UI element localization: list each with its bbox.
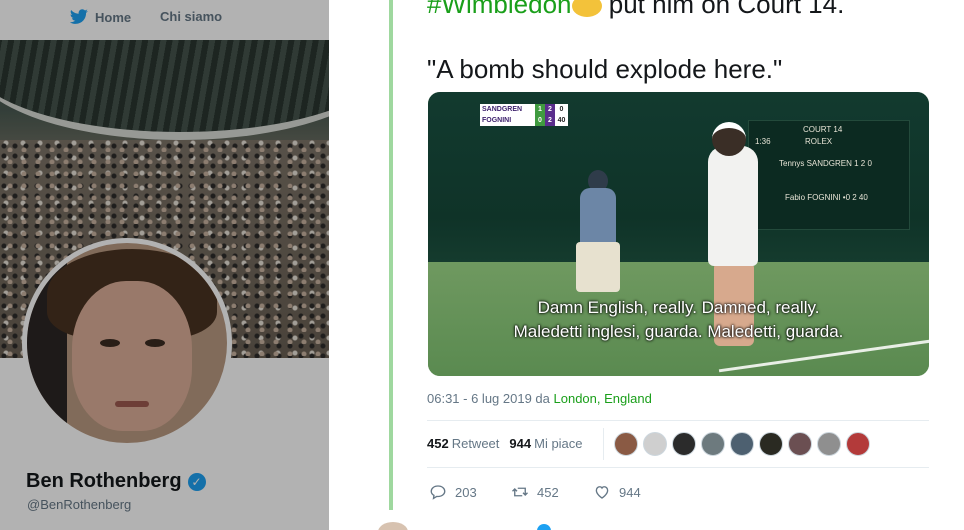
likes-count: 944: [509, 436, 532, 451]
retweets-stat[interactable]: 452 Retweet: [427, 436, 499, 451]
scorebug-row: SANDGREN 1 2 0: [480, 104, 568, 115]
profile-column: Home Chi siamo Ben Rothenberg ✓ @BenRoth…: [0, 0, 329, 530]
retweet-count: 452: [537, 484, 559, 500]
liker-avatar[interactable]: [701, 432, 725, 456]
scorebug-games: 2: [545, 104, 555, 115]
liker-avatar[interactable]: [788, 432, 812, 456]
reply-button[interactable]: 203: [429, 483, 511, 501]
board-time: 1:36: [755, 137, 771, 146]
divider: [427, 467, 929, 468]
subtitle-italian: Maledetti inglesi, guarda. Maledetti, gu…: [513, 322, 844, 341]
like-button[interactable]: 944: [593, 483, 675, 501]
timestamp-text: 06:31 - 6 lug 2019 da: [427, 391, 554, 406]
page: Home Chi siamo Ben Rothenberg ✓ @BenRoth…: [0, 0, 964, 530]
court-scoreboard: COURT 14 1:36 ROLEX Tennys SANDGREN 1 2 …: [748, 120, 910, 230]
video-player[interactable]: SANDGREN 1 2 0 FOGNINI 0 2 40 COURT 14 1…: [428, 92, 929, 376]
board-player-1: Tennys SANDGREN 1 2 0: [779, 159, 872, 168]
scorebug-player: FOGNINI: [480, 115, 535, 126]
retweet-button[interactable]: 452: [511, 483, 593, 501]
hashtag-link[interactable]: #Wimbledon: [427, 0, 572, 19]
board-rolex: ROLEX: [805, 137, 833, 146]
likes-label: Mi piace: [534, 436, 583, 451]
divider: [427, 420, 929, 421]
likes-stat[interactable]: 944 Mi piace: [509, 436, 582, 451]
next-reply-verified-icon: [537, 524, 551, 530]
likers-avatars: [614, 432, 870, 456]
liker-avatar[interactable]: [759, 432, 783, 456]
like-count: 944: [619, 484, 641, 500]
scorebug-player: SANDGREN: [480, 104, 535, 115]
tweet-text-line-2: "A bomb should explode here.": [427, 54, 783, 84]
tweet-timestamp: 06:31 - 6 lug 2019 da London, England: [427, 391, 652, 406]
tennis-emoji-icon: [571, 0, 602, 18]
tweet-stats: 452 Retweet 944 Mi piace: [427, 436, 583, 451]
retweets-count: 452: [427, 436, 449, 451]
scorebug: SANDGREN 1 2 0 FOGNINI 0 2 40: [480, 104, 568, 126]
court-grass: [428, 262, 929, 376]
tweet-actions: 203 452 944: [429, 483, 675, 501]
thread-line: [389, 0, 393, 510]
reply-icon: [430, 485, 446, 500]
liker-avatar[interactable]: [817, 432, 841, 456]
tweet-text-line-1: #Wimbledon put him on Court 14.: [427, 0, 844, 20]
ballgirl-skirt: [576, 242, 620, 292]
board-court: COURT 14: [803, 125, 843, 134]
player-head: [712, 122, 746, 156]
scorebug-sets: 1: [535, 104, 545, 115]
player-body: [708, 146, 758, 266]
scorebug-points: 0: [555, 104, 568, 115]
reply-count: 203: [455, 484, 477, 500]
stats-separator: [603, 428, 604, 460]
scorebug-row: FOGNINI 0 2 40: [480, 115, 568, 126]
scorebug-sets: 0: [535, 115, 545, 126]
next-reply-avatar[interactable]: [378, 522, 408, 530]
location-link[interactable]: London, England: [554, 391, 652, 406]
liker-avatar[interactable]: [643, 432, 667, 456]
subtitle-english: Damn English, really. Damned, really.: [537, 298, 820, 317]
retweets-label: Retweet: [451, 436, 500, 451]
liker-avatar[interactable]: [672, 432, 696, 456]
tweet-text-line-1-rest: put him on Court 14.: [601, 0, 845, 19]
scorebug-points: 40: [555, 115, 568, 126]
heart-icon: [595, 486, 609, 499]
scorebug-games: 2: [545, 115, 555, 126]
retweet-icon: [512, 487, 528, 497]
liker-avatar[interactable]: [846, 432, 870, 456]
liker-avatar[interactable]: [730, 432, 754, 456]
board-player-2: Fabio FOGNINI •0 2 40: [785, 193, 868, 202]
modal-backdrop[interactable]: [0, 0, 329, 530]
liker-avatar[interactable]: [614, 432, 638, 456]
